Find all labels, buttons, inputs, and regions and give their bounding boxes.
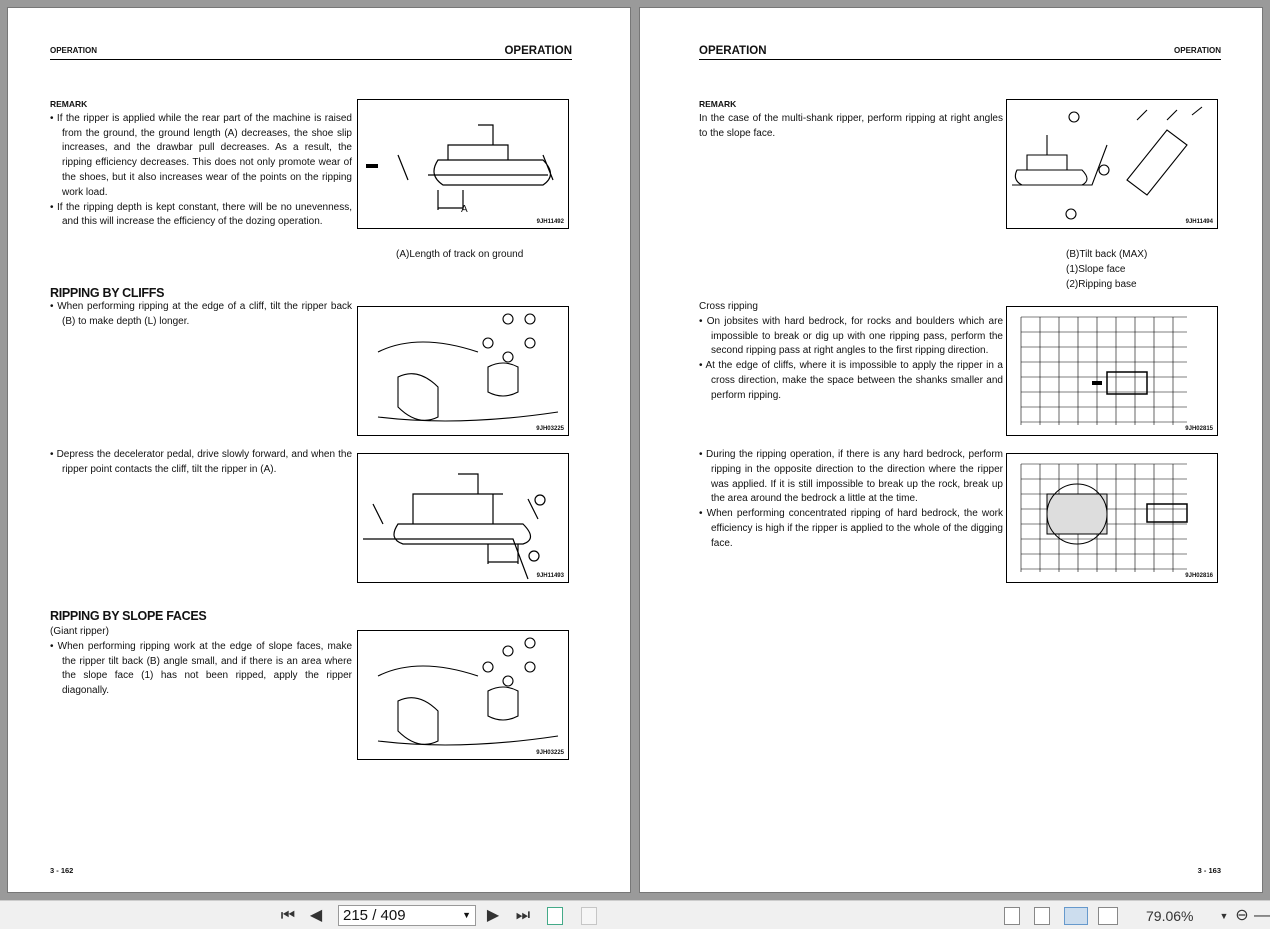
remark-bullet-text: If the ripper is applied while the rear … xyxy=(56,112,352,198)
figure-cross-ripping: 9JH02815 xyxy=(1006,306,1218,436)
multi-shank-illustration xyxy=(1012,106,1203,220)
figure-code: 9JH02816 xyxy=(1185,573,1213,579)
rotate-page-button[interactable] xyxy=(547,907,563,925)
caption-line: (B)Tilt back (MAX) xyxy=(1066,249,1148,260)
dozer-cliff-illustration xyxy=(363,473,546,580)
figure-multi-shank: 9JH11494 xyxy=(1006,99,1218,229)
next-page-icon: ▶ xyxy=(486,907,500,924)
header-right: OPERATION xyxy=(504,45,572,57)
header-left: OPERATION xyxy=(699,45,767,57)
figure-code: 9JH03225 xyxy=(536,426,564,432)
figure-bedrock-ripping: 9JH02816 xyxy=(1006,453,1218,583)
section-title-cliffs: RIPPING BY CLIFFS xyxy=(50,286,165,300)
section-subtitle: (Giant ripper) xyxy=(50,626,109,637)
figure-ripper-tilt: 9JH03225 xyxy=(357,306,569,436)
page-number: 3 - 162 xyxy=(50,866,74,875)
next-page-button[interactable]: ▶ xyxy=(485,906,501,926)
caption-line: (2)Ripping base xyxy=(1066,279,1137,290)
bullet-text: When performing ripping at the edge of a… xyxy=(57,301,353,327)
figure-code: 9JH03225 xyxy=(536,750,564,756)
cliffs-bullet: • When performing ripping at the edge of… xyxy=(50,301,353,327)
page-number: 3 - 163 xyxy=(1197,866,1221,875)
remark-bullet: • If the ripping depth is kept constant,… xyxy=(50,201,353,228)
subsection-title: Cross ripping xyxy=(699,301,758,312)
chevron-down-icon: ▼ xyxy=(1219,911,1229,921)
last-page-button[interactable]: ⏭ xyxy=(513,906,533,926)
page-header: OPERATION OPERATION xyxy=(50,44,572,60)
figure-code: 9JH11492 xyxy=(536,219,564,225)
pdf-toolbar: ⏮ ◀ 215 / 409 ▼ ▶ ⏭ 79.06% ▼ ⊖ — xyxy=(0,900,1270,929)
zoom-level[interactable]: 79.06% xyxy=(1146,906,1193,926)
remark-block: REMARK • If the ripper is applied while … xyxy=(50,97,352,230)
two-page-continuous-view-button[interactable] xyxy=(1098,907,1118,925)
figure-label-a: A xyxy=(461,204,468,215)
figure-ripper-slope: 9JH03225 xyxy=(357,630,569,760)
header-left: OPERATION xyxy=(50,46,97,55)
remark-block: REMARK In the case of the multi-shank ri… xyxy=(699,97,1003,141)
cliffs-bullet: • Depress the decelerator pedal, drive s… xyxy=(50,449,353,475)
header-right: OPERATION xyxy=(1174,46,1221,55)
previous-page-button[interactable]: ◀ xyxy=(308,906,324,926)
caption-line: (1)Slope face xyxy=(1066,264,1126,275)
figure-code: 9JH11494 xyxy=(1185,219,1213,225)
zoom-slider[interactable]: — xyxy=(1254,906,1270,926)
first-page-icon: ⏮ xyxy=(280,907,296,924)
figure-code: 9JH02815 xyxy=(1185,426,1213,432)
remark-text: In the case of the multi-shank ripper, p… xyxy=(699,112,1003,139)
figure-dozer-ground-length: A 9JH11492 xyxy=(357,99,569,229)
zoom-out-icon: ⊖ xyxy=(1235,907,1249,924)
chevron-down-icon[interactable]: ▼ xyxy=(462,906,471,925)
figure-dozer-cliff: 9JH11493 xyxy=(357,453,569,583)
remark-label: REMARK xyxy=(50,99,88,109)
page-header: OPERATION OPERATION xyxy=(699,44,1221,60)
zoom-out-button[interactable]: ⊖ xyxy=(1232,906,1252,926)
previous-page-icon: ◀ xyxy=(309,907,323,924)
ripper-control-illustration xyxy=(377,637,559,746)
pdf-page-left: OPERATION OPERATION REMARK • If the ripp… xyxy=(7,7,631,893)
bullet-text: On jobsites with hard bedrock, for rocks… xyxy=(706,315,1004,357)
last-page-icon: ⏭ xyxy=(515,907,531,924)
first-page-button[interactable]: ⏮ xyxy=(278,906,298,926)
bullet-text: Depress the decelerator pedal, drive slo… xyxy=(56,449,353,475)
grid-illustration xyxy=(1020,316,1187,425)
slope-block: (Giant ripper) • When performing ripping… xyxy=(50,626,353,697)
bedrock-block: • During the ripping operation, if there… xyxy=(699,449,1004,549)
zoom-dropdown[interactable]: ▼ xyxy=(1218,906,1230,926)
figure-caption: (A)Length of track on ground xyxy=(396,249,524,260)
remark-bullet: • If the ripper is applied while the rea… xyxy=(50,112,352,198)
pdf-page-right: OPERATION OPERATION REMARK In the case o… xyxy=(639,7,1263,893)
bullet-text: During the ripping operation, if there i… xyxy=(706,449,1004,505)
figure-code: 9JH11493 xyxy=(536,573,564,579)
remark-label: REMARK xyxy=(699,99,737,109)
bullet-text: When performing concentrated ripping of … xyxy=(706,508,1003,549)
cross-ripping-block: Cross ripping • On jobsites with hard be… xyxy=(699,301,1004,401)
section-title-slope: RIPPING BY SLOPE FACES xyxy=(50,609,207,623)
slider-track: — xyxy=(1254,907,1270,924)
page-move-disabled-button[interactable] xyxy=(581,907,597,925)
two-page-view-button[interactable] xyxy=(1064,907,1088,925)
grid-illustration xyxy=(1020,463,1188,572)
figure-captions: (B)Tilt back (MAX) (1)Slope face (2)Ripp… xyxy=(1066,247,1147,292)
ripper-control-illustration xyxy=(377,313,559,422)
bullet-text: When performing ripping work at the edge… xyxy=(57,640,353,697)
continuous-view-button[interactable] xyxy=(1034,907,1050,925)
page-value: 215 / 409 xyxy=(343,907,406,924)
single-page-view-button[interactable] xyxy=(1004,907,1020,925)
page-number-input[interactable]: 215 / 409 ▼ xyxy=(338,905,476,926)
remark-bullet-text: If the ripping depth is kept constant, t… xyxy=(56,201,353,228)
bullet-text: At the edge of cliffs, where it is impos… xyxy=(705,360,1003,401)
